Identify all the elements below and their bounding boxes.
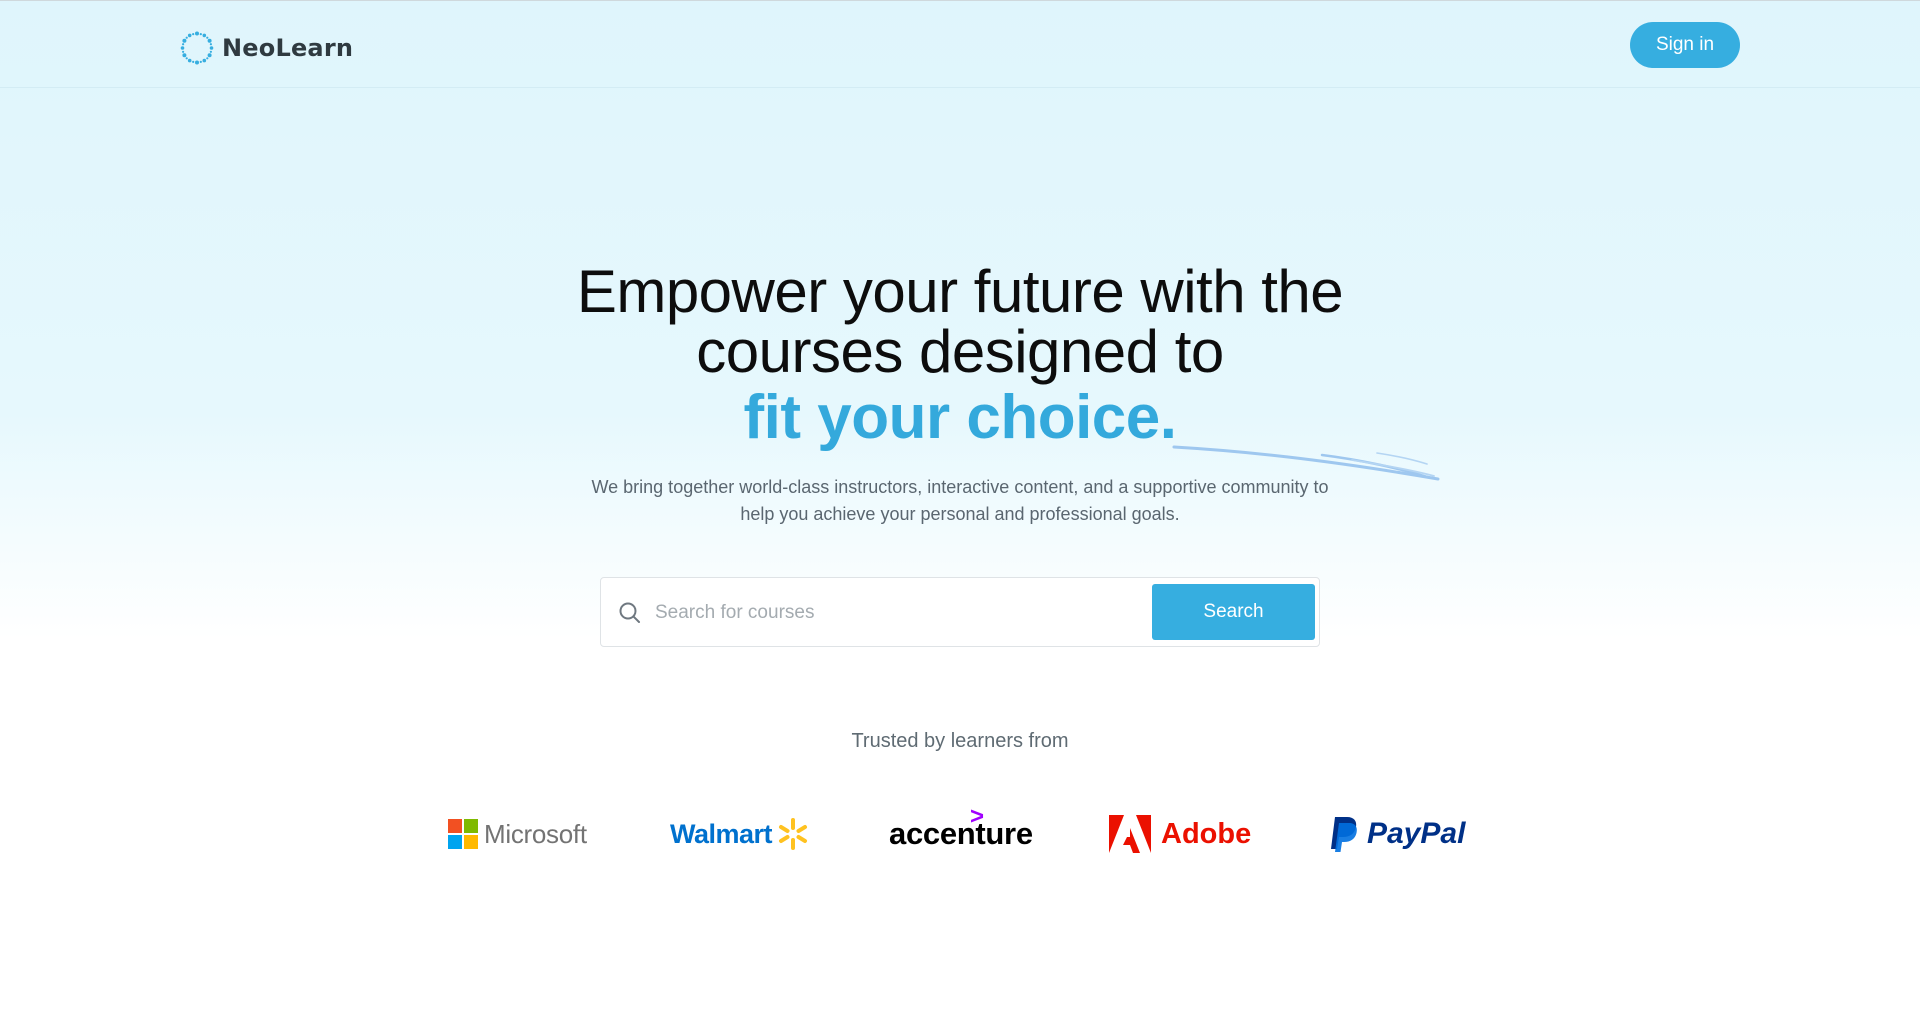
walmart-spark-icon <box>779 818 808 850</box>
underline-scribble-icon <box>1172 445 1440 481</box>
walmart-wordmark: Walmart <box>670 818 773 849</box>
accenture-wordmark: accenture <box>889 816 1033 851</box>
microsoft-wordmark: Microsoft <box>484 818 587 849</box>
search-icon <box>619 602 640 623</box>
paypal-logo-icon <box>1331 817 1357 852</box>
headline-line-2: courses designed to <box>696 318 1224 385</box>
adobe-logo-icon <box>1109 815 1151 853</box>
course-search-bar: Search <box>600 577 1320 647</box>
logo-text: NeoLearn <box>222 34 354 62</box>
logo-link[interactable]: NeoLearn <box>179 30 353 66</box>
sign-in-button[interactable]: Sign in <box>1630 22 1740 68</box>
paypal-logo: PayPal <box>1329 806 1465 862</box>
site-header: NeoLearn Sign in <box>0 1 1920 88</box>
adobe-logo: Adobe <box>1109 806 1251 862</box>
neolearn-logo-icon <box>180 31 214 65</box>
walmart-logo: Walmart <box>670 806 811 862</box>
search-input[interactable] <box>653 592 1147 634</box>
hero-section: Empower your future with the courses des… <box>0 262 1920 528</box>
microsoft-logo: Microsoft <box>448 806 587 862</box>
headline-accent: fit your choice. <box>743 383 1177 452</box>
trusted-by-label: Trusted by learners from <box>851 730 1069 752</box>
subtitle-line-2: help you achieve your personal and profe… <box>740 504 1180 524</box>
adobe-wordmark: Adobe <box>1161 817 1252 850</box>
microsoft-logo-icon <box>448 819 478 849</box>
accenture-caret-icon: > <box>970 803 985 830</box>
hero-headline: Empower your future with the courses des… <box>0 262 1920 451</box>
search-button[interactable]: Search <box>1152 584 1315 640</box>
headline-line-1: Empower your future with the <box>576 258 1344 325</box>
partner-logos: Microsoft Walmart > accenture Adobe PayP… <box>448 803 1472 862</box>
paypal-wordmark: PayPal <box>1367 817 1466 850</box>
